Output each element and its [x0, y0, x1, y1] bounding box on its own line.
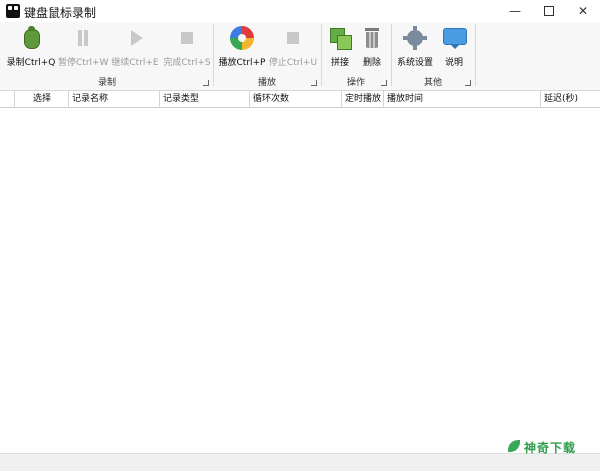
trash-icon: [360, 26, 384, 50]
column-header-record-name[interactable]: 记录名称: [68, 91, 159, 107]
finish-button-label: 完成Ctrl+S: [163, 58, 211, 68]
column-header-delay[interactable]: 延迟(秒): [540, 91, 600, 107]
record-table-header: 选择 记录名称 记录类型 循环次数 定时播放 播放时间 延迟(秒): [0, 91, 600, 108]
help-button-label: 说明: [444, 58, 463, 68]
record-button[interactable]: 录制Ctrl+Q: [6, 26, 56, 68]
merge-button-label: 拼接: [330, 58, 349, 68]
ribbon-separator: [475, 24, 476, 86]
ribbon-group-label-operations: 操作: [346, 78, 365, 88]
play-icon: [123, 26, 147, 50]
merge-button[interactable]: 拼接: [324, 26, 356, 68]
stop-icon: [281, 26, 305, 50]
stop-button[interactable]: 停止Ctrl+U: [268, 26, 318, 68]
merge-icon: [328, 26, 352, 50]
ribbon-group-play: 播放Ctrl+P 停止Ctrl+U 播放: [214, 22, 320, 90]
ribbon-group-record: 录制Ctrl+Q 暂停Ctrl+W 继续Ctrl+E 完成Ctrl+S 录制: [2, 22, 212, 90]
ribbon-toolbar: 录制Ctrl+Q 暂停Ctrl+W 继续Ctrl+E 完成Ctrl+S 录制 播…: [0, 22, 600, 91]
group-launcher-icon[interactable]: [203, 80, 209, 86]
watermark: 神奇下载: [508, 437, 588, 457]
leaf-logo-icon: [508, 440, 520, 452]
play-button[interactable]: 播放Ctrl+P: [218, 26, 266, 68]
ribbon-group-label-record: 录制: [97, 78, 116, 88]
ribbon-group-operations: 拼接 删除 操作: [322, 22, 390, 90]
group-launcher-icon[interactable]: [465, 80, 471, 86]
window-title: 键盘鼠标录制: [24, 6, 97, 20]
column-header-loop-count[interactable]: 循环次数: [249, 91, 341, 107]
delete-button-label: 删除: [362, 58, 381, 68]
app-cat-icon: [6, 4, 20, 18]
stop-button-label: 停止Ctrl+U: [268, 58, 318, 68]
finish-button[interactable]: 完成Ctrl+S: [162, 26, 212, 68]
column-header-scheduled-play[interactable]: 定时播放: [341, 91, 383, 107]
watermark-text: 神奇下载: [524, 441, 577, 455]
record-button-label: 录制Ctrl+Q: [6, 58, 56, 68]
maximize-icon: [544, 6, 554, 16]
help-button[interactable]: 说明: [438, 26, 470, 68]
ribbon-group-label-other: 其他: [423, 78, 442, 88]
settings-button-label: 系统设置: [396, 58, 433, 68]
record-table-body[interactable]: [0, 108, 600, 453]
column-header-record-type[interactable]: 记录类型: [159, 91, 249, 107]
pause-button[interactable]: 暂停Ctrl+W: [58, 26, 109, 68]
play-button-label: 播放Ctrl+P: [218, 58, 266, 68]
gear-icon: [403, 26, 427, 50]
resume-button[interactable]: 继续Ctrl+E: [110, 26, 160, 68]
close-button[interactable]: ✕: [566, 0, 600, 22]
ribbon-group-other: 系统设置 说明 其他: [392, 22, 474, 90]
pause-icon: [71, 26, 95, 50]
minimize-button[interactable]: —: [498, 0, 532, 22]
ribbon-group-label-play: 播放: [257, 78, 276, 88]
delete-button[interactable]: 删除: [356, 26, 388, 68]
pause-button-label: 暂停Ctrl+W: [58, 58, 109, 68]
minimize-icon: —: [509, 4, 521, 18]
column-header-play-time[interactable]: 播放时间: [383, 91, 540, 107]
group-launcher-icon[interactable]: [311, 80, 317, 86]
bug-record-icon: [24, 26, 40, 49]
resume-button-label: 继续Ctrl+E: [111, 58, 159, 68]
maximize-button[interactable]: [532, 0, 566, 22]
stop-icon: [175, 26, 199, 50]
group-launcher-icon[interactable]: [381, 80, 387, 86]
title-bar: 键盘鼠标录制 — ✕: [0, 0, 600, 23]
row-indicator-header: [0, 91, 14, 107]
settings-button[interactable]: 系统设置: [394, 26, 436, 68]
disc-play-icon: [230, 26, 254, 50]
column-header-select[interactable]: 选择: [14, 91, 68, 107]
help-bubble-icon: [442, 26, 467, 50]
close-icon: ✕: [577, 4, 589, 18]
